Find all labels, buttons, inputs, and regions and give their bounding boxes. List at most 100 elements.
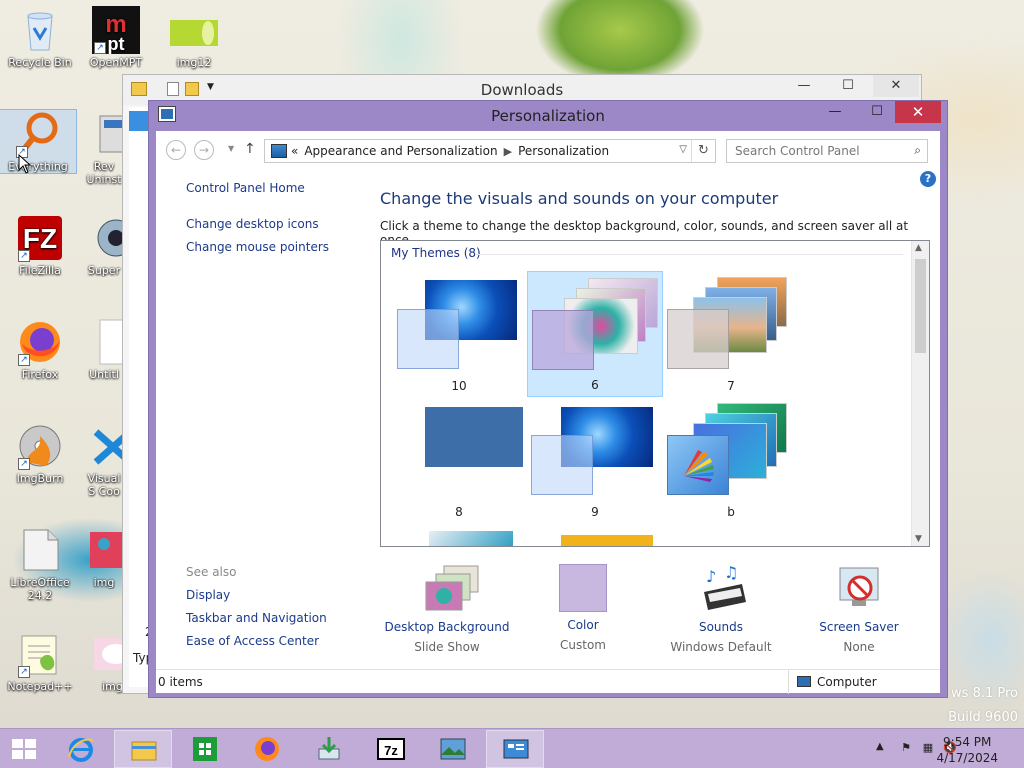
address-bar[interactable]: « Appearance and Personalization ▶ Perso… [264,139,716,163]
svg-text:♪: ♪ [706,567,716,586]
theme-name: 7 [727,379,735,393]
desktop-icon-untitled[interactable]: Untitl [84,318,124,381]
color-fan-icon [684,450,714,482]
maximize-button[interactable]: ☐ [863,101,891,123]
chevron-right-icon[interactable]: ▶ [504,145,512,158]
desktop-icon-everything[interactable]: ↗ Everything [0,109,77,174]
scroll-down-icon[interactable]: ▼ [915,534,922,544]
vscode-icon [90,422,124,470]
color-link[interactable]: Color [508,618,658,632]
personalization-titlebar[interactable]: Personalization — ☐ ✕ [149,101,947,131]
svg-text:pt: pt [108,34,125,54]
theme-item[interactable]: 6 [527,271,663,397]
desktop-icon-revo-uninstaller[interactable]: Rev Uninst [84,110,124,186]
scroll-up-icon[interactable]: ▲ [915,243,922,253]
screen-saver-link[interactable]: Screen Saver [784,620,934,634]
theme-item[interactable]: 9 [527,397,663,523]
item-count: 0 items [158,675,203,689]
back-button[interactable]: ← [166,140,186,160]
theme-name: 10 [451,379,467,393]
downloads-maximize-button[interactable]: ☐ [825,75,871,97]
desktop-background-link[interactable]: Desktop Background [372,620,522,634]
show-hidden-icons-icon[interactable]: ▲ [876,741,884,752]
see-also-section: See also Display Taskbar and Navigation … [186,565,386,657]
taskbar-photo-viewer[interactable] [424,730,482,768]
desktop-icon-img[interactable]: img [84,526,124,589]
downloads-minimize-button[interactable]: — [781,75,827,97]
up-arrow-icon[interactable]: ↑ [244,141,256,157]
taskbar-store[interactable] [176,730,234,768]
desktop-icon-visual-studio-code[interactable]: Visual S Coo [84,422,124,498]
display-link[interactable]: Display [186,588,386,602]
desktop-icon-libreoffice[interactable]: LibreOffice 24.2 [2,526,78,602]
downloads-close-button[interactable]: ✕ [873,75,919,97]
desktop-icon-filezilla[interactable]: FZ ↗ FileZilla [2,214,78,277]
screen-saver-setting[interactable]: Screen Saver None [784,564,934,654]
taskbar-file-explorer[interactable] [114,730,172,768]
taskbar-internet-explorer[interactable] [52,730,110,768]
desktop-icon-label: ImgBurn [16,472,64,485]
status-location: Computer [788,670,940,694]
breadcrumb-personalization[interactable]: Personalization [518,144,609,158]
desktop-icon-super[interactable]: Super [84,214,124,277]
refresh-icon[interactable]: ↻ [691,140,715,162]
control-panel-icon [271,144,287,158]
change-desktop-icons-link[interactable]: Change desktop icons [186,217,386,231]
theme-item[interactable]: 8 [391,397,527,523]
taskbar-firefox[interactable] [238,730,296,768]
personalization-window[interactable]: Personalization — ☐ ✕ ← → ▼ ↑ « Appearan… [148,100,948,698]
clock-date: 4/17/2024 [936,751,998,765]
download-icon [318,737,340,760]
system-tray: ▲ ⚑ ▦ 🔇 9:54 PM 4/17/2024 [844,729,1024,768]
desktop-icon-imgburn[interactable]: ↗ ImgBurn [2,422,78,485]
page-title: Change the visuals and sounds on your co… [380,189,779,208]
taskbar-download-manager[interactable] [300,730,358,768]
themes-list[interactable]: My Themes (8) 10 6 7 8 9 b ▲ ▼ [380,240,930,547]
desktop-icon-label: Super [87,264,121,277]
sounds-setting[interactable]: ♪ ♫ Sounds Windows Default [646,563,796,654]
breadcrumb-appearance[interactable]: Appearance and Personalization [304,144,497,158]
sounds-link[interactable]: Sounds [646,620,796,634]
theme-item[interactable]: 7 [663,271,799,397]
color-value: Custom [560,638,606,652]
search-input[interactable]: Search Control Panel ⌕ [726,139,928,163]
ease-of-access-link[interactable]: Ease of Access Center [186,634,386,648]
search-icon[interactable]: ⌕ [914,143,921,158]
breadcrumb-overflow[interactable]: « [291,144,298,158]
desktop-background-setting[interactable]: Desktop Background Slide Show [372,564,522,654]
everything-search-icon: ↗ [14,110,62,158]
change-mouse-pointers-link[interactable]: Change mouse pointers [186,240,386,254]
clock[interactable]: 9:54 PM 4/17/2024 [936,734,998,766]
action-center-flag-icon[interactable]: ⚑ [898,741,914,755]
notepadpp-icon: ↗ [16,630,64,678]
network-icon[interactable]: ▦ [920,741,936,755]
desktop-icon-openmpt[interactable]: m pt ↗ OpenMPT [78,6,154,69]
theme-item[interactable]: 10 [391,271,527,397]
desktop-background-icon [422,564,479,614]
recent-locations-dropdown-icon[interactable]: ▼ [228,144,234,153]
theme-color-swatch [667,309,729,369]
taskbar-navigation-link[interactable]: Taskbar and Navigation [186,611,386,625]
start-button[interactable] [0,729,48,768]
color-setting[interactable]: Color Custom [508,564,658,652]
firefox-icon: ↗ [16,318,64,366]
control-panel-home-link[interactable]: Control Panel Home [186,181,386,195]
theme-name: 9 [591,505,599,519]
theme-thumbnail-partial [429,531,513,546]
taskbar-control-panel[interactable] [486,730,544,768]
theme-color-swatch [667,435,729,495]
themes-scrollbar[interactable]: ▲ ▼ [911,241,929,546]
help-icon[interactable]: ? [920,171,936,187]
minimize-button[interactable]: — [821,101,849,123]
desktop-icon-recycle-bin[interactable]: Recycle Bin [2,6,78,69]
close-button[interactable]: ✕ [895,101,941,123]
document-icon [92,318,124,366]
desktop-icon-firefox[interactable]: ↗ Firefox [2,318,78,381]
forward-button[interactable]: → [194,140,214,160]
theme-item[interactable]: b [663,397,799,523]
scrollbar-thumb[interactable] [915,259,926,353]
taskbar-7zip[interactable]: 7z [362,730,420,768]
desktop-icon-img12[interactable]: img12 [156,6,232,69]
desktop-icon-notepadpp[interactable]: ↗ Notepad++ [2,630,78,693]
chevron-down-icon[interactable]: ▽ [679,144,687,155]
